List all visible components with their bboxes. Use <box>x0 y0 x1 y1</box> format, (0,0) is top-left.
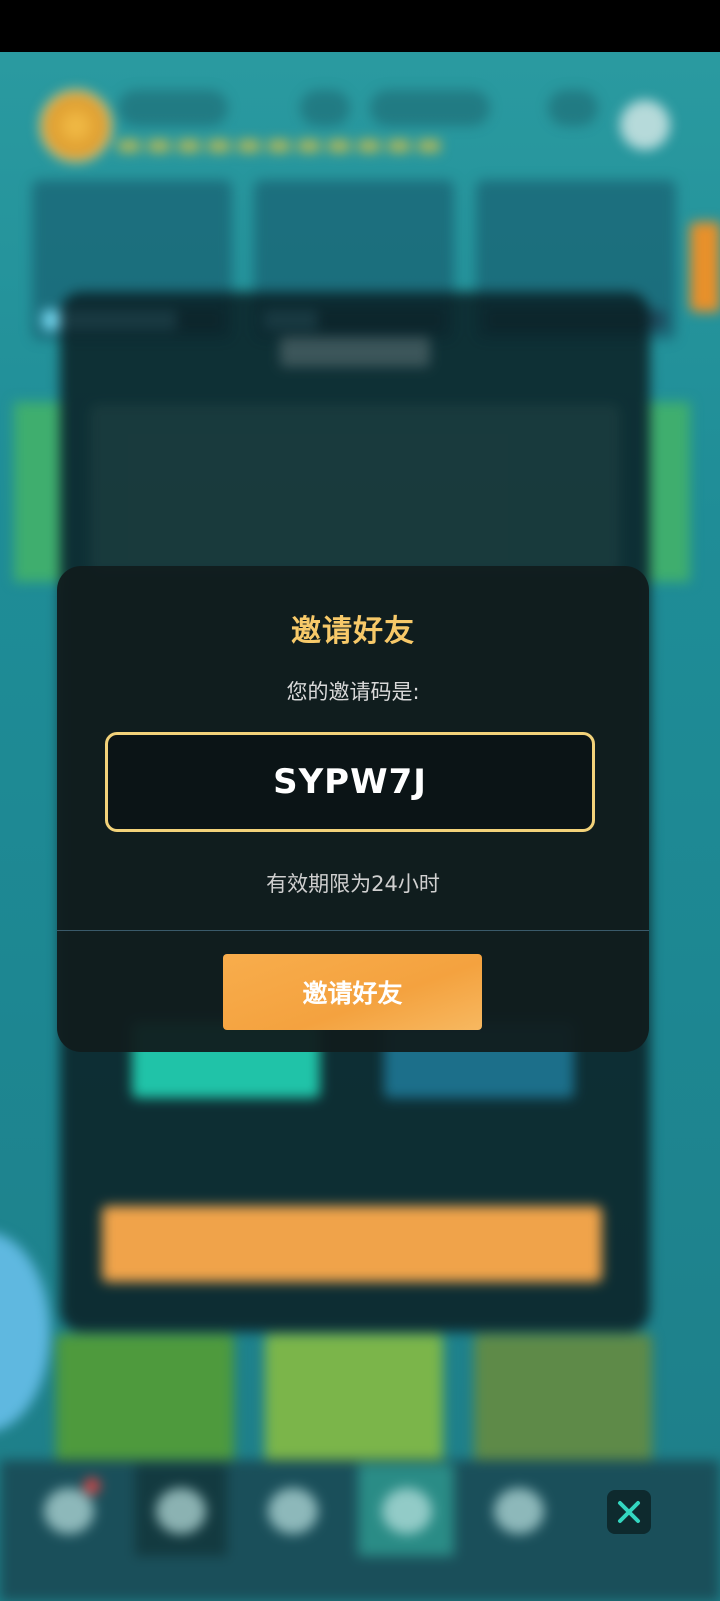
background-blob <box>0 1232 50 1432</box>
dialog-title: 邀请好友 <box>291 614 415 649</box>
status-bar <box>0 0 720 52</box>
validity-note: 有效期限为24小时 <box>266 872 440 896</box>
background-invite-button <box>102 1206 602 1282</box>
resource-pill <box>118 90 228 126</box>
panel-edge <box>14 402 60 582</box>
invite-code-label: 您的邀请码是: <box>286 680 420 704</box>
close-icon <box>618 1501 640 1523</box>
nav-icon <box>44 1488 94 1534</box>
nav-icon <box>268 1488 318 1534</box>
thumbnail <box>56 1334 234 1464</box>
player-avatar <box>40 90 112 162</box>
resource-pill <box>370 90 490 126</box>
invite-dialog: 邀请好友 您的邀请码是: SYPW7J 有效期限为24小时 邀请好友 <box>57 566 649 1052</box>
invite-code-box[interactable]: SYPW7J <box>105 732 595 832</box>
nav-icon <box>494 1488 544 1534</box>
invite-button-label: 邀请好友 <box>302 979 403 1008</box>
resource-pill <box>300 90 350 126</box>
background-panel-text <box>90 404 620 574</box>
invite-friend-button[interactable]: 邀请好友 <box>223 954 482 1030</box>
notification-dot <box>84 1478 100 1494</box>
settings-icon <box>620 100 670 150</box>
nav-icon <box>382 1488 432 1534</box>
side-tab <box>690 222 720 312</box>
divider <box>57 930 649 931</box>
background-panel-title <box>280 337 430 367</box>
panel-edge <box>650 402 690 582</box>
progress-dots <box>118 140 448 152</box>
invite-code: SYPW7J <box>273 762 427 802</box>
resource-pill <box>548 90 598 126</box>
thumbnail <box>474 1334 652 1464</box>
nav-icon <box>156 1488 206 1534</box>
close-x-icon[interactable] <box>607 1490 651 1534</box>
thumbnail <box>265 1334 443 1464</box>
